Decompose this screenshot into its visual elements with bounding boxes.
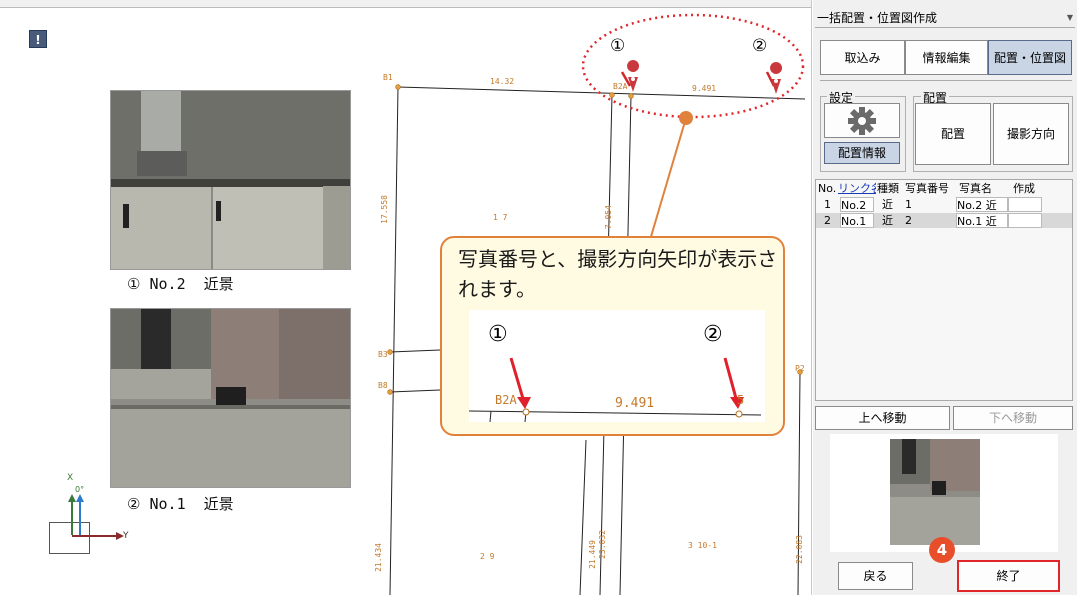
divider: [820, 80, 1072, 81]
panel-title-text: 一括配置・位置図作成: [817, 11, 938, 25]
map-label-lot-29: 2 9: [480, 552, 495, 561]
drawing-canvas[interactable]: ! ① No.2 近景 ② No.1 近景 X 0° Y B1 14.32 B2…: [0, 0, 812, 595]
map-pin-icon: [765, 62, 783, 94]
finish-button[interactable]: 終了: [957, 560, 1060, 592]
cell-type: 近: [882, 198, 893, 211]
map-label-vertical-5: 23.032: [598, 530, 607, 559]
photo-preview: [830, 434, 1058, 552]
map-label-p2: P2: [795, 364, 805, 373]
col-header-create: 作成: [1013, 182, 1035, 195]
map-label-vertical-4: 21.449: [588, 540, 597, 569]
map-label-vertical-6: 22.083: [795, 535, 804, 564]
tab-info-edit[interactable]: 情報編集: [905, 40, 988, 75]
step-badge: 4: [929, 537, 955, 563]
tab-placement[interactable]: 配置・位置図: [988, 40, 1072, 75]
col-header-no: No.: [818, 182, 836, 195]
inset-marker-1: ①: [488, 322, 508, 347]
shooting-direction-button[interactable]: 撮影方向: [993, 103, 1069, 165]
cell-photo-name[interactable]: No.2 近: [956, 197, 1008, 212]
move-down-button[interactable]: 下へ移動: [953, 406, 1073, 430]
map-label-vertical-3: 21.434: [374, 543, 383, 572]
marker-2-label: ②: [752, 36, 768, 56]
map-label-b2: B2A: [613, 82, 628, 91]
cell-create[interactable]: [1008, 213, 1042, 228]
preview-image: [890, 439, 980, 545]
table-header: No. リンク名 種類 写真番号 写真名 作成: [816, 181, 1072, 196]
settings-gear-button[interactable]: [824, 103, 900, 138]
table-row[interactable]: 1 No.2 近 1 No.2 近: [816, 197, 1072, 212]
back-button[interactable]: 戻る: [838, 562, 913, 590]
map-label-b3: B3: [378, 350, 388, 359]
callout-inset-image: ① ② B2A 9.491 5: [469, 310, 765, 422]
inset-marker-2: ②: [703, 322, 723, 347]
map-label-vertical-2: 7.054: [604, 205, 613, 230]
col-header-photo-number: 写真番号: [905, 182, 949, 195]
gear-icon: [848, 107, 876, 135]
photo-table: No. リンク名 種類 写真番号 写真名 作成 1 No.2 近 1 No.2 …: [815, 179, 1073, 401]
placement-info-button[interactable]: 配置情報: [824, 142, 900, 164]
cell-photo-name[interactable]: No.1 近: [956, 213, 1008, 228]
map-label-b1: B1: [383, 73, 393, 82]
tab-import[interactable]: 取込み: [820, 40, 905, 75]
map-label-distance-2: 9.491: [692, 84, 717, 93]
chevron-down-icon[interactable]: ▼: [1067, 8, 1073, 28]
col-header-photo-name: 写真名: [959, 182, 992, 195]
callout-box: 写真番号と、撮影方向矢印が表示されます。 ① ② B2A 9.491 5: [440, 236, 785, 436]
move-up-button[interactable]: 上へ移動: [815, 406, 950, 430]
callout-text: 写真番号と、撮影方向矢印が表示されます。: [458, 247, 778, 301]
cell-photo-number: 2: [905, 214, 912, 227]
cell-type: 近: [882, 214, 893, 227]
place-button[interactable]: 配置: [915, 103, 991, 165]
panel-title: 一括配置・位置図作成 ▼: [815, 8, 1075, 28]
inset-label-distance: 9.491: [615, 396, 655, 411]
map-label-b8: B8: [378, 381, 388, 390]
map-label-lot-17: 1 7: [493, 213, 508, 222]
cell-link-name[interactable]: No.2: [840, 197, 874, 212]
cell-link-name[interactable]: No.1: [840, 213, 874, 228]
cell-create[interactable]: [1008, 197, 1042, 212]
right-panel: 一括配置・位置図作成 ▼ 取込み 情報編集 配置・位置図 設定 配置情報 配置 …: [813, 0, 1077, 595]
map-label-distance-1: 14.32: [490, 77, 515, 86]
cell-photo-number: 1: [905, 198, 912, 211]
table-row[interactable]: 2 No.1 近 2 No.1 近: [816, 213, 1072, 228]
col-header-type: 種類: [877, 182, 899, 195]
inset-label-b2: B2A: [495, 393, 517, 407]
map-label-lot-310: 3 10-1: [688, 541, 717, 550]
col-header-link-name[interactable]: リンク名: [838, 181, 876, 196]
cell-no: 1: [824, 198, 831, 211]
map-label-vertical-1: 17.558: [380, 195, 389, 224]
marker-1-label: ①: [610, 36, 626, 56]
inset-label-end: 5: [737, 393, 745, 407]
cell-no: 2: [824, 214, 831, 227]
